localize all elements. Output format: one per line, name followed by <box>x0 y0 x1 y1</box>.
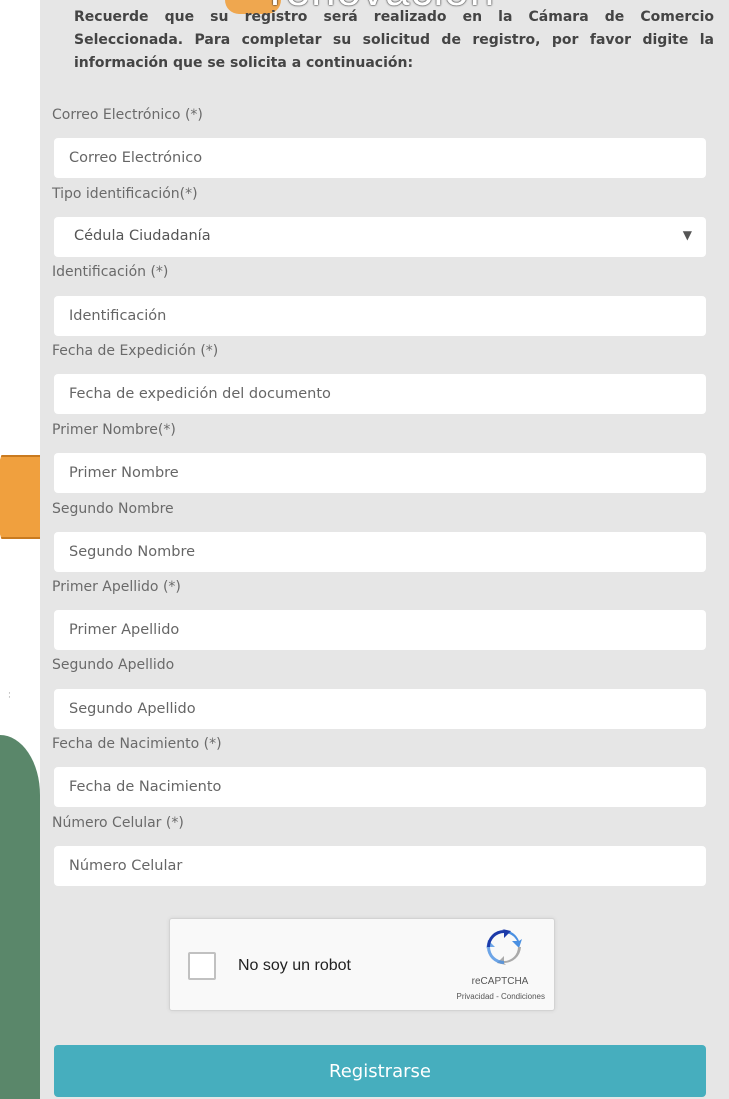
second-name-label: Segundo Nombre <box>52 501 174 517</box>
recaptcha-widget: No soy un robot reCAPTCHA Privacidad - C… <box>169 918 555 1011</box>
dropdown-arrow-icon: ▼ <box>682 228 692 242</box>
second-surname-label: Segundo Apellido <box>52 657 175 673</box>
recaptcha-brand: reCAPTCHA <box>471 976 529 987</box>
recaptcha-terms-link[interactable]: Privacidad - Condiciones <box>420 992 546 1001</box>
decorative-dots: · · <box>8 689 11 703</box>
id-type-label: Tipo identificación(*) <box>52 186 198 202</box>
birth-date-label: Fecha de Nacimiento (*) <box>52 736 222 752</box>
recaptcha-label: No soy un robot <box>238 957 351 974</box>
first-surname-label: Primer Apellido (*) <box>52 579 181 595</box>
register-button[interactable]: Registrarse <box>54 1045 706 1097</box>
email-field[interactable] <box>54 138 706 178</box>
mobile-field[interactable] <box>54 846 706 886</box>
first-surname-field[interactable] <box>54 610 706 650</box>
first-name-label: Primer Nombre(*) <box>52 422 176 438</box>
email-label: Correo Electrónico (*) <box>52 107 203 123</box>
id-type-select[interactable]: Cédula Ciudadanía ▼ <box>54 217 706 257</box>
second-surname-field[interactable] <box>54 689 706 729</box>
id-type-value: Cédula Ciudadanía <box>74 228 211 244</box>
first-name-field[interactable] <box>54 453 706 493</box>
recaptcha-logo-icon <box>486 929 522 965</box>
intro-text: Recuerde que su registro será realizado … <box>74 9 714 71</box>
id-number-label: Identificación (*) <box>52 264 169 280</box>
decorative-green-shape <box>0 735 40 1099</box>
recaptcha-checkbox[interactable] <box>188 952 216 980</box>
registration-panel: renovación Recuerde que su registro será… <box>40 0 729 1099</box>
id-number-field[interactable] <box>54 296 706 336</box>
decorative-hexagon <box>0 455 42 539</box>
issue-date-label: Fecha de Expedición (*) <box>52 343 219 359</box>
issue-date-field[interactable] <box>54 374 706 414</box>
mobile-label: Número Celular (*) <box>52 815 184 831</box>
second-name-field[interactable] <box>54 532 706 572</box>
birth-date-field[interactable] <box>54 767 706 807</box>
